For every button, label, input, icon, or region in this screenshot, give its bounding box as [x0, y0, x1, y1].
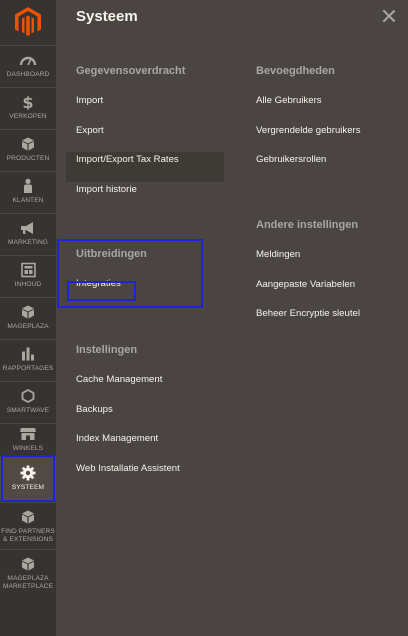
storefront-icon: [20, 428, 36, 440]
sidebar-item-label-line2: & EXTENSIONS: [3, 535, 53, 543]
sidebar-item-label: SYSTEEM: [11, 484, 45, 491]
mageplaza-cube-icon: [22, 305, 34, 319]
layout-icon: [20, 262, 36, 278]
bar-chart-icon: [22, 347, 34, 361]
svg-text:$: $: [22, 94, 33, 110]
sidebar-item-label: PRODUCTEN: [6, 155, 50, 162]
sidebar-item-label: VERKOPEN: [9, 113, 47, 120]
sidebar-item-find-partners[interactable]: FIND PARTNERS & EXTENSIONS: [0, 502, 56, 548]
group-bevoegdheden: Bevoegdheden Alle Gebruikers Vergrendeld…: [256, 63, 361, 182]
sidebar-item-marketing[interactable]: MARKETING: [0, 213, 56, 255]
panel-title: Systeem: [76, 8, 138, 25]
megaphone-icon: [21, 222, 33, 234]
sidebar-item-rapportages[interactable]: RAPPORTAGES: [0, 339, 56, 381]
group-instellingen: Instellingen Cache Management Backups In…: [76, 342, 180, 490]
menu-link-integraties[interactable]: Integraties: [76, 276, 147, 306]
group-gegevensoverdracht: Gegevensoverdracht Import Export Import/…: [66, 63, 224, 212]
system-menu-panel: Systeem Gegevensoverdracht Import Export…: [56, 0, 408, 636]
menu-link-beheer-encryptie-sleutel[interactable]: Beheer Encryptie sleutel: [256, 306, 360, 336]
menu-link-alle-gebruikers[interactable]: Alle Gebruikers: [256, 93, 361, 123]
sidebar-item-label: DASHBOARD: [6, 71, 50, 78]
group-title: Uitbreidingen: [76, 248, 147, 260]
speedometer-icon: [19, 56, 37, 66]
cube-icon: [22, 137, 34, 151]
extension-box-icon: [22, 510, 34, 524]
menu-link-cache-management[interactable]: Cache Management: [76, 372, 180, 402]
sidebar-item-label: MARKETING: [7, 239, 49, 246]
sidebar-item-label: INHOUD: [14, 281, 42, 288]
menu-link-gebruikersrollen[interactable]: Gebruikersrollen: [256, 152, 361, 182]
group-title: Instellingen: [76, 344, 138, 356]
group-title: Andere instellingen: [256, 219, 359, 231]
sidebar-item-label: MAGEPLAZA: [7, 575, 49, 582]
hexagon-icon: [21, 388, 35, 404]
sidebar-item-mageplaza-marketplace[interactable]: MAGEPLAZA MARKETPLACE: [0, 549, 56, 599]
group-title: Gegevensoverdracht: [76, 65, 186, 77]
magento-logo-icon[interactable]: [13, 6, 43, 38]
menu-link-vergrendelde-gebruikers[interactable]: Vergrendelde gebruikers: [256, 123, 361, 153]
group-uitbreidingen: Uitbreidingen Integraties: [76, 246, 147, 306]
sidebar-item-label: MAGEPLAZA: [7, 323, 49, 330]
menu-link-backups[interactable]: Backups: [76, 402, 180, 432]
sidebar-item-systeem[interactable]: SYSTEEM: [0, 456, 56, 501]
sidebar-item-winkels[interactable]: WINKELS: [0, 423, 56, 455]
menu-link-aangepaste-variabelen[interactable]: Aangepaste Variabelen: [256, 277, 360, 307]
close-icon[interactable]: [382, 9, 396, 23]
sidebar-item-label: SMARTWAVE: [6, 407, 50, 414]
menu-link-import-export-tax-rates[interactable]: Import/Export Tax Rates: [66, 152, 224, 182]
sidebar-item-verkopen[interactable]: $ VERKOPEN: [0, 87, 56, 129]
sidebar-item-klanten[interactable]: KLANTEN: [0, 171, 56, 213]
sidebar-item-inhoud[interactable]: INHOUD: [0, 255, 56, 297]
sidebar-item-label: RAPPORTAGES: [2, 365, 54, 372]
group-andere-instellingen: Andere instellingen Meldingen Aangepaste…: [256, 217, 360, 336]
menu-link-index-management[interactable]: Index Management: [76, 431, 180, 461]
sidebar-item-mageplaza[interactable]: MAGEPLAZA: [0, 297, 56, 339]
sidebar-item-producten[interactable]: PRODUCTEN: [0, 129, 56, 171]
menu-link-export[interactable]: Export: [76, 123, 224, 153]
sidebar-item-smartwave[interactable]: SMARTWAVE: [0, 381, 56, 423]
admin-sidebar: DASHBOARD $ VERKOPEN PRODUCTEN KLANTEN M…: [0, 0, 56, 636]
sidebar-item-label: KLANTEN: [12, 197, 44, 204]
person-icon: [24, 178, 32, 193]
gear-icon: [20, 465, 36, 481]
sidebar-item-dashboard[interactable]: DASHBOARD: [0, 45, 56, 87]
marketplace-cube-icon: [22, 557, 34, 571]
dollar-icon: $: [22, 94, 33, 110]
menu-link-import[interactable]: Import: [76, 93, 224, 123]
group-title: Bevoegdheden: [256, 65, 335, 77]
sidebar-item-label: FIND PARTNERS: [1, 528, 55, 535]
menu-link-web-installatie-assistent[interactable]: Web Installatie Assistent: [76, 461, 180, 491]
sidebar-item-label-line2: MARKETPLACE: [2, 582, 54, 590]
menu-link-import-historie[interactable]: Import historie: [76, 182, 224, 212]
sidebar-item-label: WINKELS: [12, 445, 44, 452]
menu-link-meldingen[interactable]: Meldingen: [256, 247, 360, 277]
